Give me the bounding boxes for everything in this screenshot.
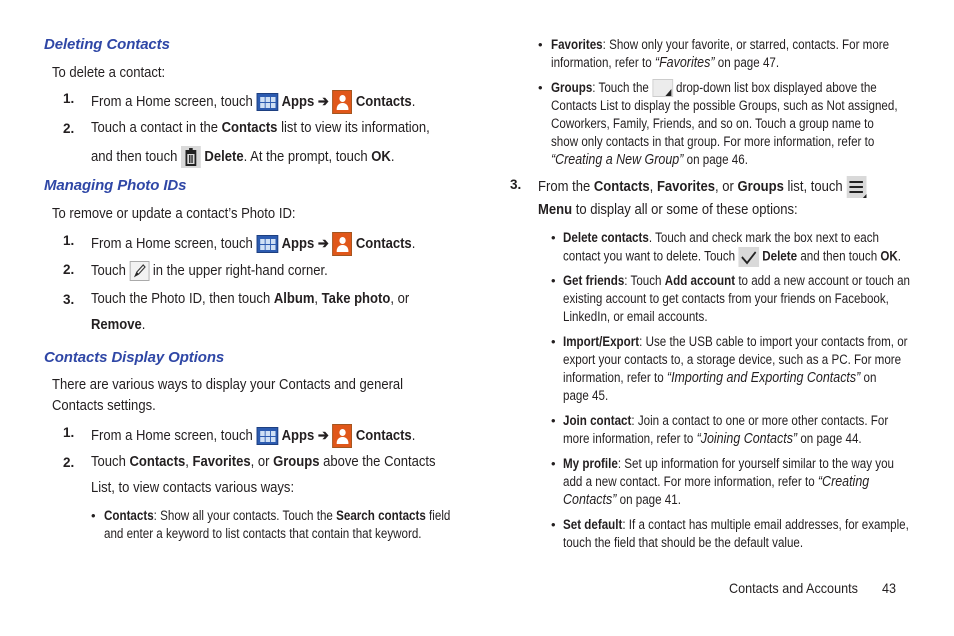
bullet-icon: • [551, 413, 556, 428]
step-text: Touch a contact in the Contacts list to … [91, 120, 430, 136]
option-my-profile: My profile: Set up information for yours… [563, 456, 895, 508]
bullet-icon: • [551, 517, 556, 532]
apps-grid-icon [256, 235, 278, 253]
option-import-export: Import/Export: Use the USB cable to impo… [563, 334, 908, 403]
arrow-icon: ➔ [317, 93, 329, 110]
heading-deleting-contacts: Deleting Contacts [44, 36, 170, 53]
step-number: 1. [63, 425, 75, 440]
bullet-icon: • [551, 334, 556, 349]
menu-icon [846, 176, 867, 198]
step-number: 3. [63, 292, 75, 307]
heading-managing-photo-ids: Managing Photo IDs [44, 177, 187, 194]
step-text-cont: List, to view contacts various ways: [91, 480, 295, 496]
apps-grid-icon [256, 427, 278, 445]
cross-reference-link[interactable]: “Importing and Exporting Contacts” [667, 370, 860, 386]
arrow-icon: ➔ [317, 427, 329, 444]
intro-text: To delete a contact: [52, 65, 166, 81]
step-number: 2. [63, 455, 75, 470]
checkmark-icon [738, 247, 759, 267]
apps-grid-icon [256, 93, 278, 111]
option-join-contact: Join contact: Join a contact to one or m… [563, 413, 889, 447]
step-text-cont: Remove. [91, 317, 146, 333]
step-number: 2. [63, 121, 75, 136]
bullet-icon: • [91, 508, 96, 523]
page-number: 43 [882, 580, 897, 596]
cross-reference-link[interactable]: “Creating [818, 474, 869, 490]
bullet-contacts: Contacts: Show all your contacts. Touch … [104, 508, 451, 541]
trash-icon [180, 146, 201, 168]
bullet-icon: • [551, 230, 556, 245]
step-text-cont: and then touch Delete. At the prompt, to… [91, 146, 394, 168]
step-number: 3. [510, 177, 522, 192]
bullet-icon: • [551, 273, 556, 288]
step-text: From a Home screen, touch Apps ➔ Contact… [91, 424, 415, 448]
step-number: 1. [63, 233, 75, 248]
cross-reference-link-cont[interactable]: Contacts” [563, 492, 616, 508]
intro-text: To remove or update a contact’s Photo ID… [52, 206, 296, 222]
bullet-icon: • [538, 37, 543, 52]
cross-reference-link[interactable]: “Favorites” [655, 55, 715, 71]
bullet-icon: • [551, 456, 556, 471]
contacts-app-icon [332, 90, 353, 114]
step-text: Touch the Photo ID, then touch Album, Ta… [91, 291, 410, 307]
cross-reference-link[interactable]: “Joining Contacts” [697, 431, 797, 447]
bullet-icon: • [538, 80, 543, 95]
footer-section-title: Contacts and Accounts [729, 580, 858, 596]
intro-text-cont: Contacts settings. [52, 398, 156, 414]
contacts-app-icon [332, 232, 353, 256]
bullet-groups: Groups: Touch the drop-down list box dis… [551, 79, 898, 169]
arrow-icon: ➔ [317, 235, 329, 252]
option-delete-contacts: Delete contacts. Touch and check mark th… [563, 229, 901, 267]
step-number: 1. [63, 91, 75, 106]
step-text: From a Home screen, touch Apps ➔ Contact… [91, 232, 415, 256]
step-text-cont: Menu to display all or some of these opt… [538, 202, 798, 218]
dropdown-icon [652, 79, 673, 98]
step-text: Touch in the upper right-hand corner. [91, 261, 328, 281]
cross-reference-link[interactable]: “Creating a New Group” [551, 152, 683, 168]
step-text: Touch Contacts, Favorites, or Groups abo… [91, 454, 436, 470]
intro-text: There are various ways to display your C… [52, 377, 404, 393]
step-text: From the Contacts, Favorites, or Groups … [538, 176, 867, 198]
edit-pencil-icon [129, 261, 150, 281]
option-set-default: Set default: If a contact has multiple e… [563, 517, 909, 550]
contacts-app-icon [332, 424, 353, 448]
option-get-friends: Get friends: Touch Add account to add a … [563, 273, 911, 324]
heading-contacts-display-options: Contacts Display Options [44, 349, 225, 366]
step-number: 2. [63, 262, 75, 277]
bullet-favorites: Favorites: Show only your favorite, or s… [551, 37, 890, 71]
step-text: From a Home screen, touch Apps ➔ Contact… [91, 90, 415, 114]
